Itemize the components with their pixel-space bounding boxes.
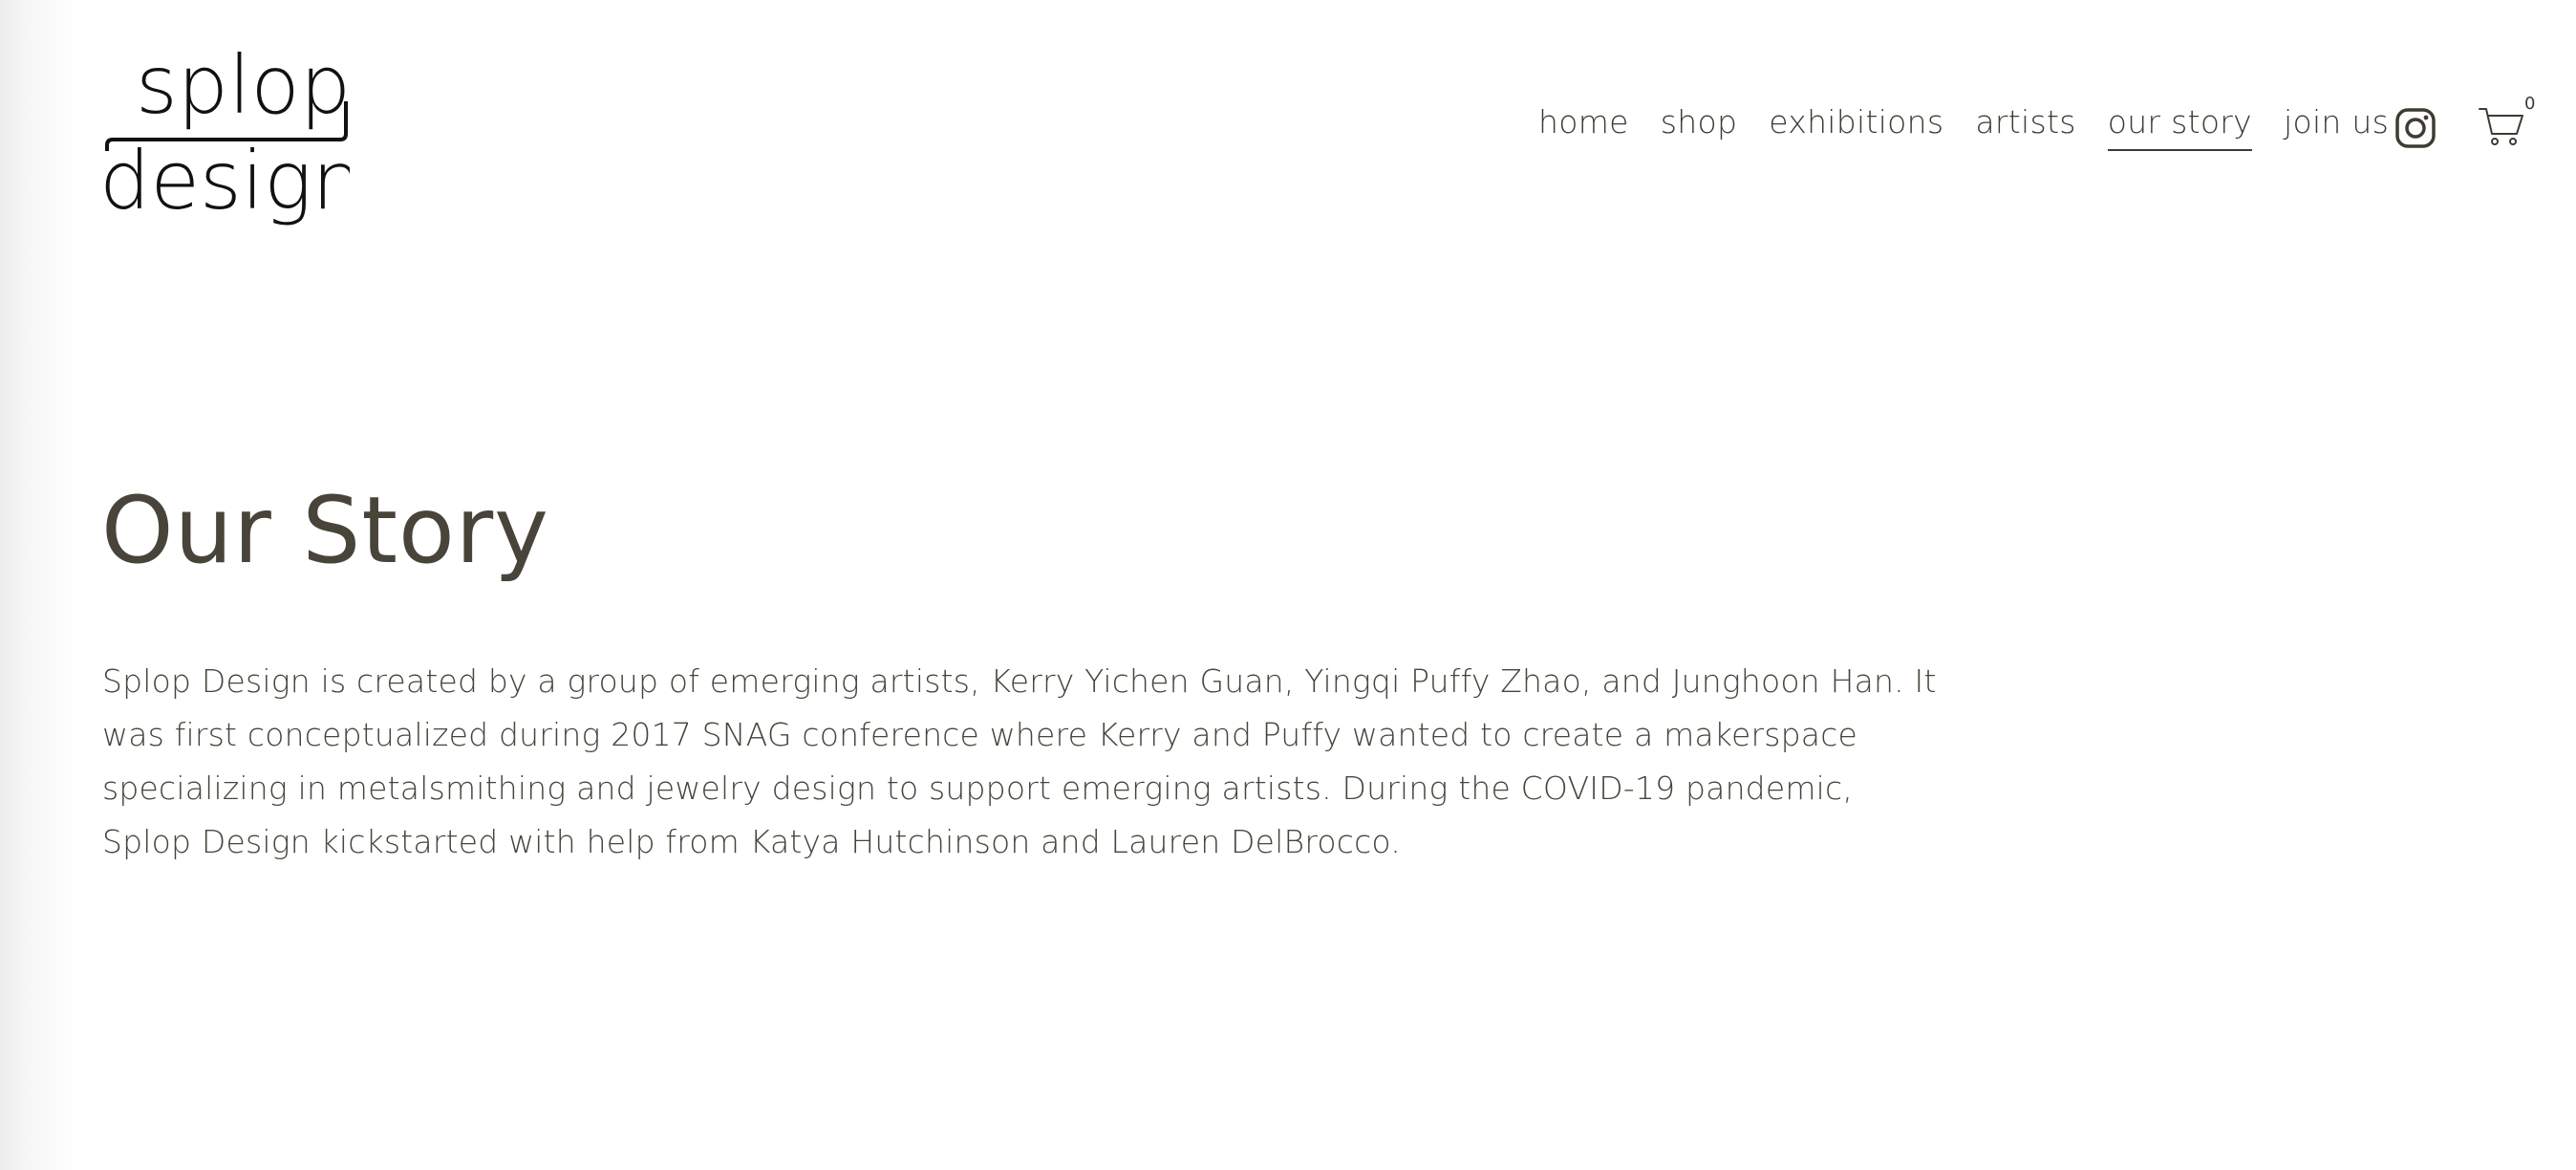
page: splop design home shop exhibitions artis… [0,0,2576,1170]
nav-item-exhibitions[interactable]: exhibitions [1769,103,1943,149]
nav-item-join-us[interactable]: join us [2284,103,2389,149]
main-nav: home shop exhibitions artists our story … [1538,103,2389,155]
site-logo[interactable]: splop design [99,32,350,229]
nav-item-shop[interactable]: shop [1661,103,1737,149]
nav-item-home[interactable]: home [1538,103,1629,149]
page-title: Our Story [101,477,549,584]
logo-line1: splop [136,38,350,132]
nav-item-our-story[interactable]: our story [2107,103,2252,151]
story-paragraph: Splop Design is created by a group of em… [102,662,1937,860]
cart-count-badge: 0 [2524,94,2536,114]
nav-item-artists[interactable]: artists [1975,103,2075,149]
logo-mark: splop design [99,38,350,228]
instagram-icon[interactable] [2394,107,2436,149]
logo-line2: design [99,134,350,228]
cart-icon[interactable] [2479,105,2528,151]
